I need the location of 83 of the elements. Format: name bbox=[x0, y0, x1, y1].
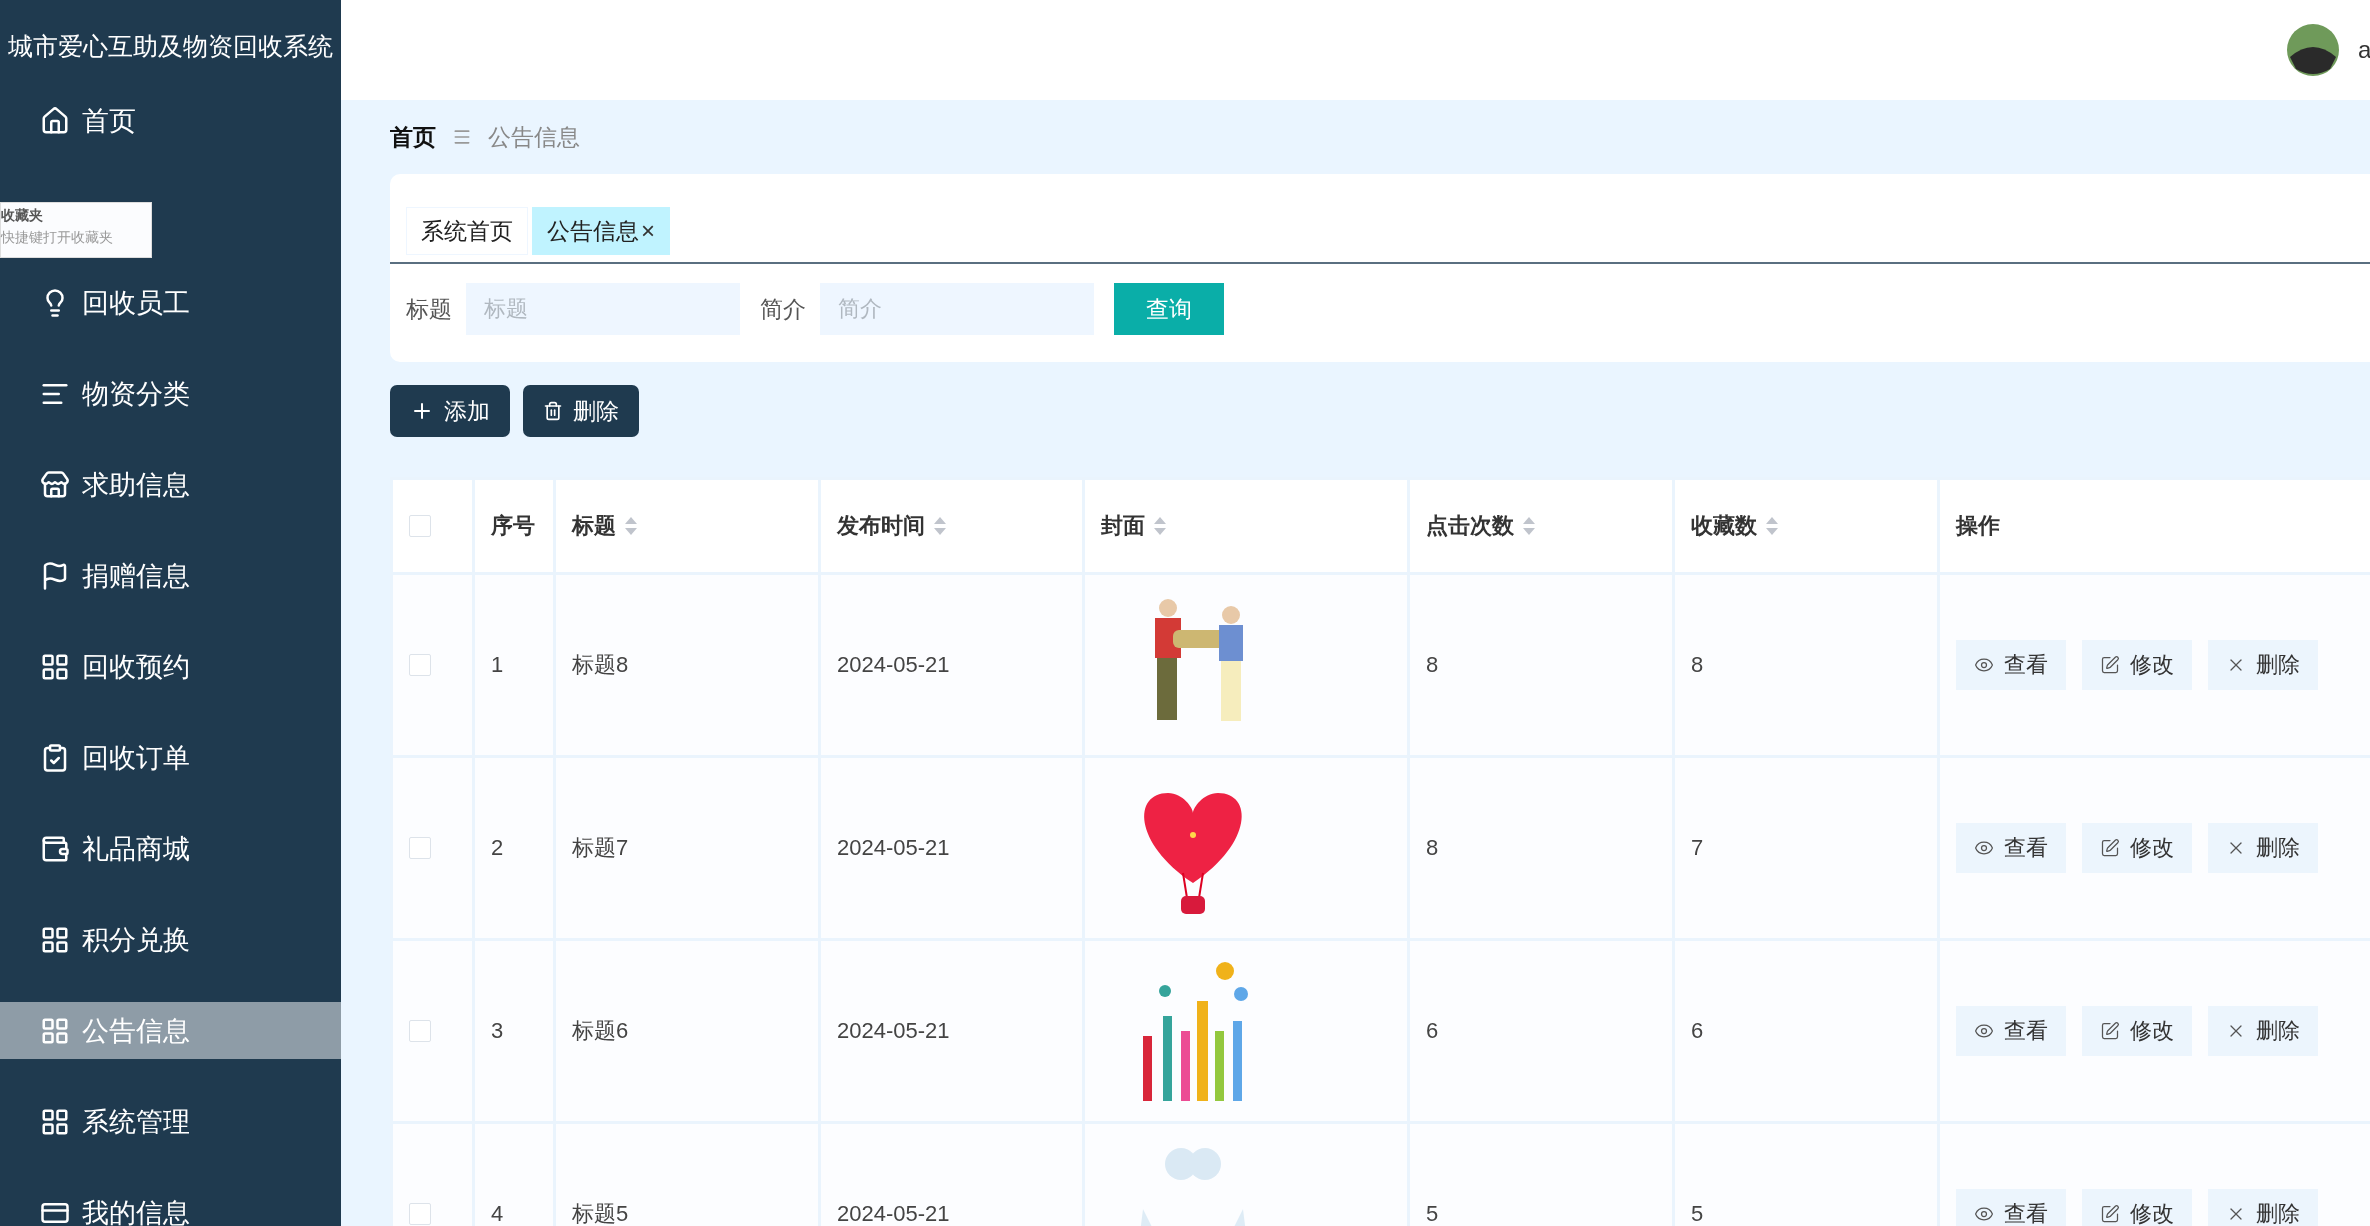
table-cell: 标题8 bbox=[556, 575, 818, 755]
column-header[interactable]: 序号 bbox=[475, 480, 553, 572]
edit-icon bbox=[2100, 655, 2120, 675]
table-cell: 2024-05-21 bbox=[821, 758, 1082, 938]
home-icon bbox=[40, 105, 70, 136]
checkbox[interactable] bbox=[409, 837, 431, 859]
field-label: 简介 bbox=[760, 294, 806, 324]
table-cell: 标题7 bbox=[556, 758, 818, 938]
view-button[interactable]: 查看 bbox=[1956, 1189, 2066, 1226]
trash-icon bbox=[543, 401, 563, 421]
menu-item[interactable]: 回收员工 bbox=[0, 274, 341, 331]
menu-item[interactable]: 求助信息 bbox=[0, 456, 341, 513]
sort-icon[interactable] bbox=[933, 515, 947, 537]
breadcrumb-current: 公告信息 bbox=[488, 122, 580, 152]
table-cell: 标题6 bbox=[556, 941, 818, 1121]
tooltip-hint: 快捷键打开收藏夹 bbox=[1, 229, 114, 247]
delete-button[interactable]: 删除 bbox=[2208, 1006, 2318, 1056]
table-cell: 2024-05-21 bbox=[821, 575, 1082, 755]
menu-item[interactable]: 物资分类 bbox=[0, 365, 341, 422]
delete-button[interactable]: 删除 bbox=[2208, 1189, 2318, 1226]
table-cell: 2 bbox=[475, 758, 553, 938]
close-icon[interactable]: × bbox=[641, 217, 655, 245]
table-cell: 8 bbox=[1675, 575, 1937, 755]
menu-item[interactable]: 我的信息 bbox=[0, 1184, 341, 1226]
edit-icon bbox=[2100, 838, 2120, 858]
tab[interactable]: 系统首页 bbox=[406, 207, 528, 255]
menu-item[interactable]: 回收预约 bbox=[0, 638, 341, 695]
breadcrumb-link[interactable]: 首页 bbox=[390, 121, 436, 153]
edit-icon bbox=[2100, 1021, 2120, 1041]
search-field[interactable]: 标题 bbox=[466, 283, 740, 335]
checkbox[interactable] bbox=[409, 1203, 431, 1225]
menu-item[interactable]: 系统管理 bbox=[0, 1093, 341, 1150]
table-cell: 1 bbox=[475, 575, 553, 755]
checkbox[interactable] bbox=[409, 1020, 431, 1042]
column-header[interactable]: 发布时间 bbox=[821, 480, 1082, 572]
add-button[interactable]: 添加 bbox=[390, 385, 510, 437]
avatar[interactable] bbox=[2286, 23, 2340, 77]
table-cell: 3 bbox=[475, 941, 553, 1121]
edit-button[interactable]: 修改 bbox=[2082, 1189, 2192, 1226]
sort-icon[interactable] bbox=[624, 515, 638, 537]
checkbox[interactable] bbox=[409, 515, 431, 537]
app-title: 城市爱心互助及物资回收系统 bbox=[7, 30, 334, 62]
table-cell: 6 bbox=[1410, 941, 1672, 1121]
menu-item[interactable]: 捐赠信息 bbox=[0, 547, 341, 604]
table-cell: 5 bbox=[1410, 1124, 1672, 1226]
view-button[interactable]: 查看 bbox=[1956, 823, 2066, 873]
column-header[interactable]: 标题 bbox=[556, 480, 818, 572]
menu-item[interactable]: 礼品商城 bbox=[0, 820, 341, 877]
tab[interactable]: 公告信息× bbox=[532, 207, 670, 255]
column-header[interactable]: 点击次数 bbox=[1410, 480, 1672, 572]
menu-item[interactable]: 积分兑换 bbox=[0, 911, 341, 968]
menu-item[interactable]: 回收订单 bbox=[0, 729, 341, 786]
delete-button[interactable]: 删除 bbox=[523, 385, 639, 437]
sort-icon[interactable] bbox=[1522, 515, 1536, 537]
table-cell: 标题5 bbox=[556, 1124, 818, 1226]
field-label: 标题 bbox=[406, 294, 452, 324]
delete-button[interactable]: 删除 bbox=[2208, 823, 2318, 873]
menu-item[interactable]: 首页 bbox=[0, 92, 341, 149]
sort-icon[interactable] bbox=[1153, 515, 1167, 537]
column-header[interactable]: 操作 bbox=[1940, 480, 2370, 572]
checkbox[interactable] bbox=[409, 654, 431, 676]
column-header[interactable]: 收藏数 bbox=[1675, 480, 1937, 572]
tooltip-title: 收藏夹 bbox=[1, 207, 44, 225]
edit-button[interactable]: 修改 bbox=[2082, 1006, 2192, 1056]
view-button[interactable]: 查看 bbox=[1956, 1006, 2066, 1056]
column-header[interactable]: 封面 bbox=[1085, 480, 1407, 572]
separator-icon bbox=[452, 127, 472, 147]
delete-button[interactable]: 删除 bbox=[2208, 640, 2318, 690]
table-cell: 6 bbox=[1675, 941, 1937, 1121]
edit-icon bbox=[2100, 1204, 2120, 1224]
table-cell: 8 bbox=[1410, 575, 1672, 755]
table-cell: 2024-05-21 bbox=[821, 1124, 1082, 1226]
sort-icon[interactable] bbox=[1765, 515, 1779, 537]
table-cell: 5 bbox=[1675, 1124, 1937, 1226]
search-field[interactable]: 简介 bbox=[820, 283, 1094, 335]
store-icon bbox=[40, 469, 70, 500]
edit-button[interactable]: 修改 bbox=[2082, 823, 2192, 873]
view-button[interactable]: 查看 bbox=[1956, 640, 2066, 690]
table-cell: 7 bbox=[1675, 758, 1937, 938]
table-cell: 2024-05-21 bbox=[821, 941, 1082, 1121]
table-cell: 8 bbox=[1410, 758, 1672, 938]
table-cell: 4 bbox=[475, 1124, 553, 1226]
edit-button[interactable]: 修改 bbox=[2082, 640, 2192, 690]
